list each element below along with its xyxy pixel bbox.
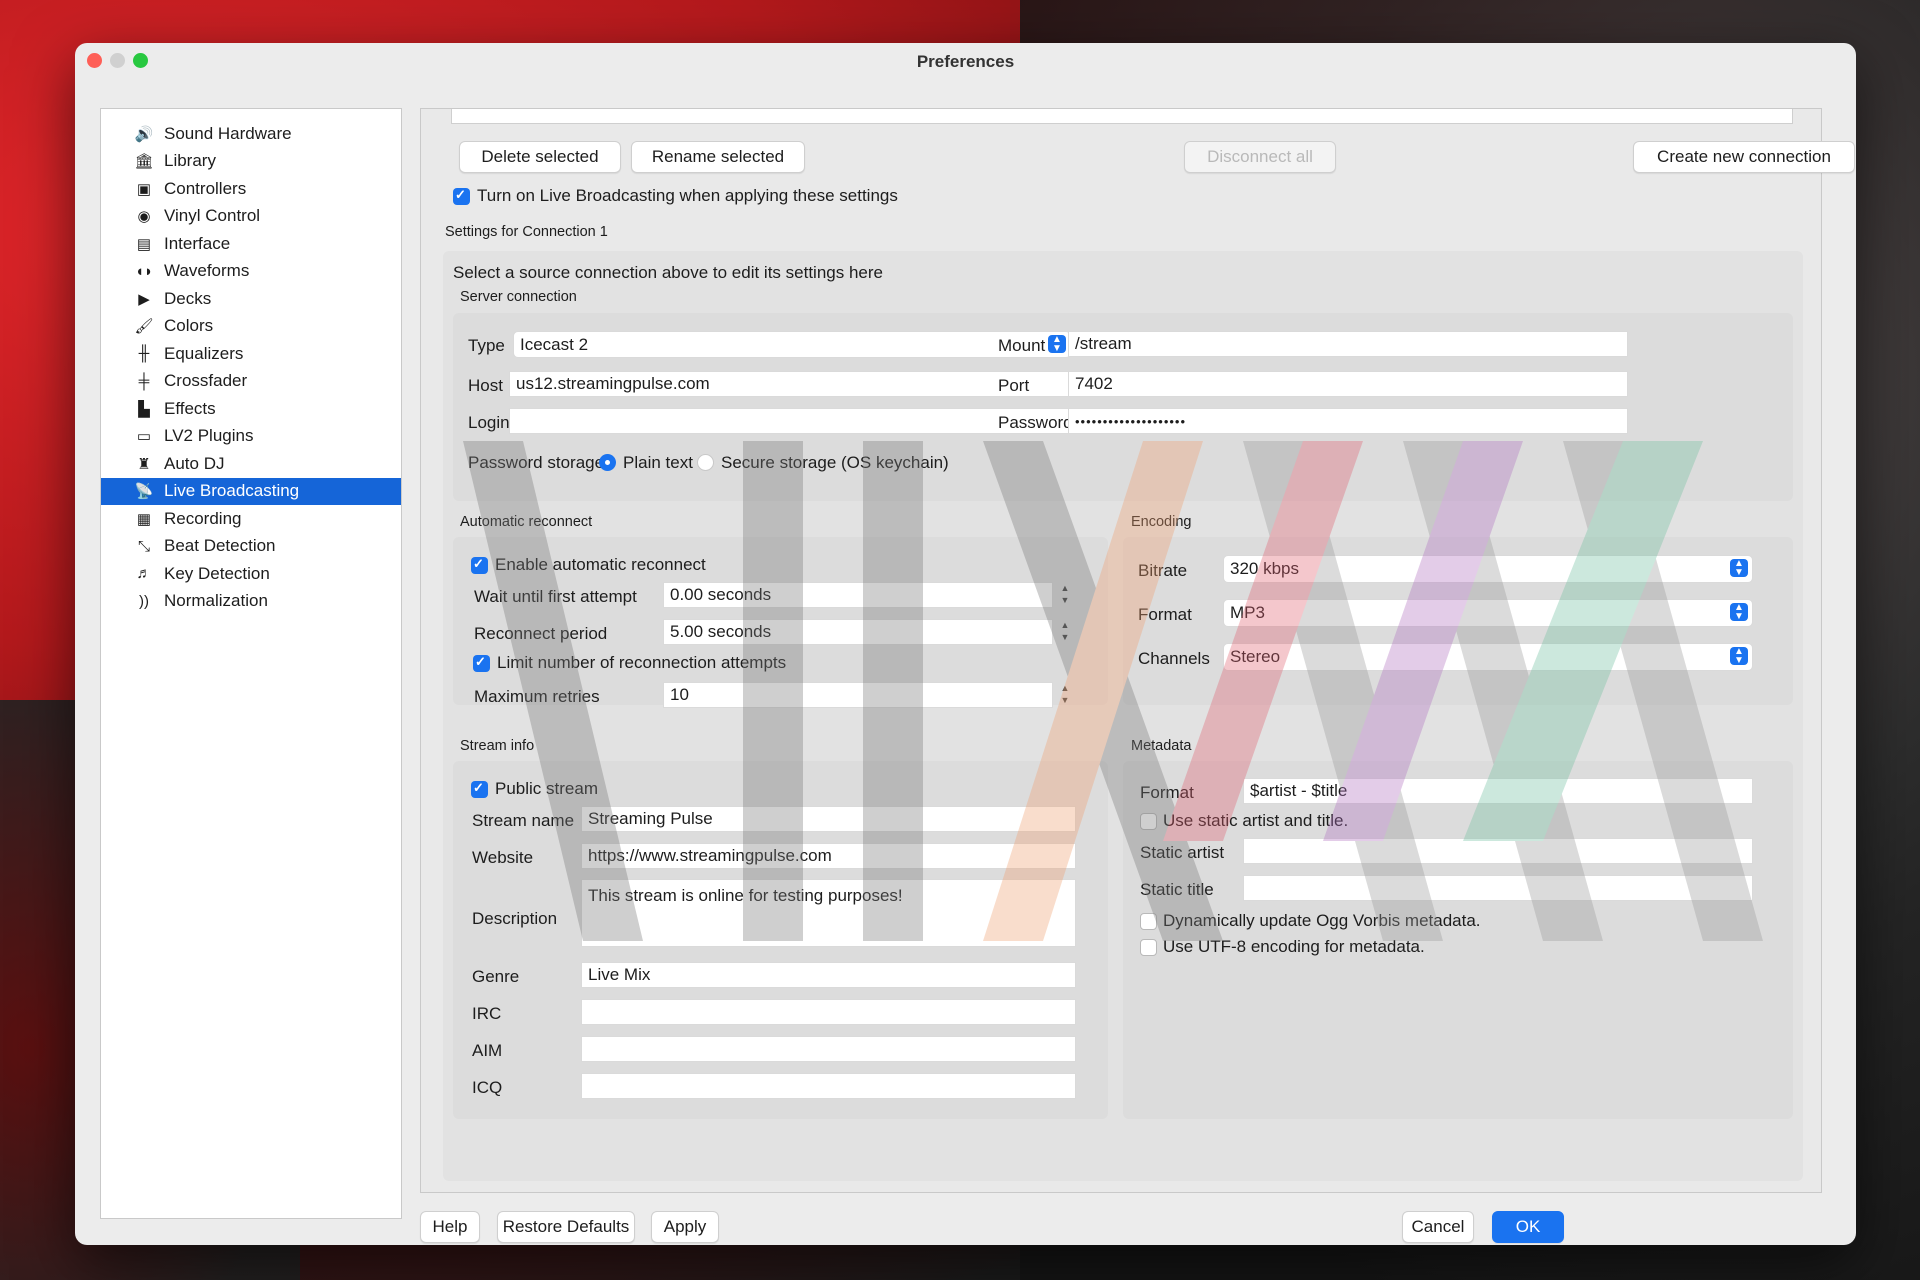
connection-settings-group: Select a source connection above to edit…	[443, 251, 1803, 1181]
cancel-button[interactable]: Cancel	[1402, 1211, 1474, 1243]
sidebar-item-equalizers[interactable]: ╫ Equalizers	[101, 340, 401, 367]
sidebar-item-beat-detection[interactable]: ⤡ Beat Detection	[101, 533, 401, 560]
settings-connection-title: Settings for Connection 1	[445, 224, 608, 240]
turn-on-broadcasting-label: Turn on Live Broadcasting when applying …	[477, 186, 898, 205]
sidebar-item-crossfader[interactable]: ╪ Crossfader	[101, 368, 401, 395]
sidebar-item-label: Vinyl Control	[164, 206, 261, 225]
server-connection-section-label: Server connection	[460, 289, 577, 305]
interface-icon: ▤	[136, 235, 152, 253]
watermark-logo	[463, 441, 1763, 941]
aim-input[interactable]	[581, 1036, 1076, 1062]
sidebar-item-waveforms[interactable]: ◖◗ Waveforms	[101, 258, 401, 285]
sidebar-item-label: Decks	[164, 288, 212, 308]
equalizer-icon: ╫	[138, 345, 150, 362]
restore-defaults-button[interactable]: Restore Defaults	[497, 1211, 635, 1243]
apply-button[interactable]: Apply	[651, 1211, 719, 1243]
sidebar-item-label: Colors	[164, 316, 214, 335]
library-icon: 🏛	[134, 153, 154, 170]
icq-label: ICQ	[472, 1078, 503, 1097]
sidebar-item-controllers[interactable]: ▣ Controllers	[101, 175, 401, 202]
type-select[interactable]: Icecast 2 ▲ ▼	[513, 331, 1071, 358]
key-icon: ♬	[136, 565, 152, 582]
sidebar-item-sound-hardware[interactable]: 🔊 Sound Hardware	[101, 120, 401, 147]
vinyl-icon: ◉	[137, 208, 151, 225]
sidebar-item-label: Interface	[164, 233, 231, 253]
sidebar-item-library[interactable]: 🏛 Library	[101, 148, 401, 175]
sidebar-item-vinyl-control[interactable]: ◉ Vinyl Control	[101, 203, 401, 230]
turn-on-broadcasting-checkbox[interactable]	[453, 187, 470, 205]
recording-icon: ▦	[136, 510, 152, 528]
title-bar: Preferences	[75, 43, 1856, 81]
sidebar-item-effects[interactable]: ▙ Effects	[101, 395, 401, 422]
sidebar-item-label: LV2 Plugins	[164, 426, 254, 445]
sidebar-item-label: Waveforms	[164, 261, 250, 280]
rename-selected-button[interactable]: Rename selected	[631, 141, 805, 173]
sidebar-item-live-broadcasting[interactable]: 📡 Live Broadcasting	[101, 477, 401, 505]
create-new-connection-button[interactable]: Create new connection	[1633, 141, 1855, 173]
sidebar: 🔊 Sound Hardware 🏛 Library ▣ Controllers ◉ Viny…	[100, 108, 402, 1219]
aim-label: AIM	[472, 1041, 503, 1060]
sidebar-item-label: Recording	[164, 508, 242, 528]
help-button[interactable]: Help	[420, 1211, 480, 1243]
play-icon: ▶	[138, 290, 150, 308]
sidebar-item-label: Effects	[164, 398, 216, 418]
select-arrows-icon: ▲ ▼	[1048, 335, 1066, 354]
lv2-icon: ▭	[136, 428, 152, 445]
settings-panel: Delete selected Rename selected Disconne…	[420, 108, 1855, 1193]
autodj-icon: ♜	[137, 455, 151, 473]
sidebar-item-interface[interactable]: ▤ Interface	[101, 230, 401, 257]
type-value: Icecast 2	[520, 334, 589, 354]
sidebar-item-colors[interactable]: 🖌 Colors	[101, 313, 401, 340]
controller-icon: ▣	[136, 180, 152, 198]
sidebar-item-label: Equalizers	[164, 343, 244, 363]
sidebar-item-label: Controllers	[164, 178, 247, 198]
window-title: Preferences	[916, 52, 1015, 71]
normalization-icon: ))	[139, 592, 149, 610]
sidebar-item-label: Live Broadcasting	[164, 481, 300, 500]
sidebar-item-auto-dj[interactable]: ♜ Auto DJ	[101, 450, 401, 477]
sidebar-item-recording[interactable]: ▦ Recording	[101, 505, 401, 532]
ok-button[interactable]: OK	[1492, 1211, 1564, 1243]
sidebar-item-label: Crossfader	[164, 371, 248, 390]
sidebar-item-label: Auto DJ	[164, 453, 225, 473]
waveform-icon: ◖◗	[134, 262, 154, 280]
select-source-hint: Select a source connection above to edit…	[453, 263, 883, 282]
preferences-window: Preferences 🔊 Sound Hardware 🏛 Library ▣ Cont…	[75, 43, 1856, 1245]
effects-icon: ▙	[138, 400, 150, 418]
sidebar-item-label: Key Detection	[164, 563, 270, 583]
connection-list[interactable]	[451, 109, 1793, 124]
sidebar-item-key-detection[interactable]: ♬ Key Detection	[101, 560, 401, 587]
mount-label: Mount	[998, 336, 1046, 355]
crossfader-icon: ╪	[138, 372, 150, 390]
sidebar-item-label: Sound Hardware	[164, 123, 292, 143]
sidebar-item-normalization[interactable]: )) Normalization	[101, 588, 401, 615]
sidebar-item-label: Beat Detection	[164, 536, 276, 555]
broadcast-icon: 📡	[134, 483, 154, 500]
beat-icon: ⤡	[137, 537, 150, 555]
icq-input[interactable]	[581, 1073, 1076, 1099]
brush-icon: 🖌	[134, 318, 154, 335]
sidebar-item-label: Normalization	[164, 591, 268, 610]
mount-input[interactable]: /stream	[1068, 331, 1628, 357]
sidebar-item-decks[interactable]: ▶ Decks	[101, 285, 401, 312]
type-label: Type	[468, 336, 505, 355]
speaker-icon: 🔊	[134, 125, 154, 143]
sidebar-item-lv2-plugins[interactable]: ▭ LV2 Plugins	[101, 423, 401, 450]
sidebar-item-label: Library	[164, 151, 216, 170]
delete-selected-button[interactable]: Delete selected	[459, 141, 621, 173]
disconnect-all-button[interactable]: Disconnect all	[1184, 141, 1336, 173]
